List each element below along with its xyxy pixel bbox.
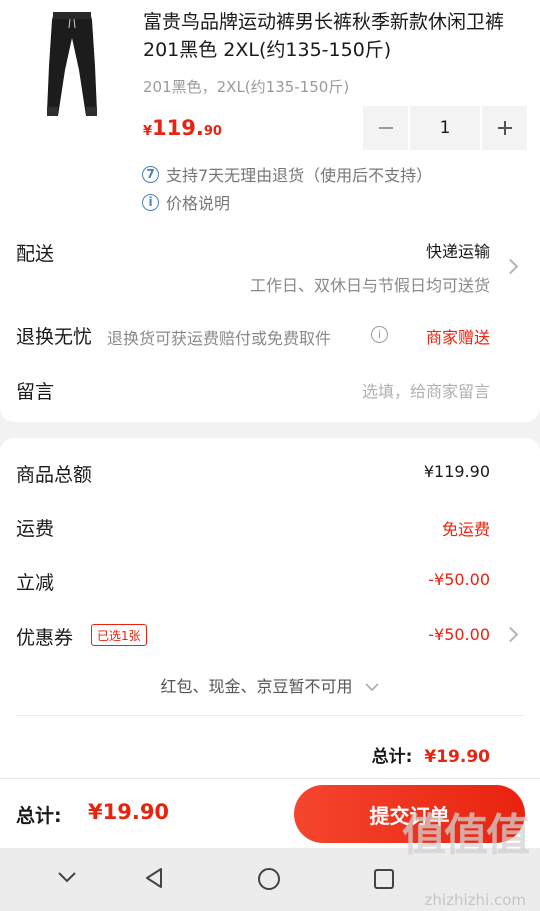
service-price-text: 价格说明 (166, 194, 231, 213)
product-title[interactable]: 富贵鸟品牌运动裤男长裤秋季新款休闲卫裤 201黑色 2XL(约135-150斤) (143, 8, 528, 64)
checkout-total-label: 总计: (16, 805, 62, 827)
nav-hide-icon[interactable] (56, 870, 78, 884)
nav-home-icon[interactable] (257, 867, 281, 891)
pants-image (47, 12, 97, 116)
unavailable-assets[interactable]: 红包、现金、京豆暂不可用 (0, 673, 540, 697)
discount-label: 立减 (16, 572, 55, 594)
nav-back-icon[interactable] (142, 866, 166, 890)
plus-icon (497, 121, 512, 135)
summary-total-value: ¥19.90 (424, 747, 490, 767)
delivery-method[interactable]: 快递运输 (426, 238, 490, 262)
divider (16, 715, 524, 716)
quantity-stepper: 1 (363, 106, 527, 150)
message-input[interactable]: 选填，给商家留言 (362, 378, 490, 402)
coupon-value[interactable]: -¥50.00 (428, 625, 490, 644)
unavailable-text: 红包、现金、京豆暂不可用 (160, 677, 353, 696)
minus-icon (378, 127, 393, 129)
watermark-logo: 值值值 (402, 810, 530, 861)
price-decimal: 90 (203, 124, 222, 139)
increase-button[interactable] (482, 106, 527, 150)
freight-label: 运费 (16, 518, 55, 540)
quantity-field[interactable]: 1 (410, 106, 480, 150)
message-label: 留言 (16, 381, 55, 403)
returns-gift: 商家赠送 (425, 328, 490, 347)
summary-total: 总计: ¥19.90 (372, 742, 490, 767)
returns-info-icon[interactable]: i (371, 326, 388, 343)
watermark-site: zhizhizhi.com (424, 891, 526, 909)
returns-label: 退换无忧 (16, 326, 93, 348)
service-return-text: 支持7天无理由退货（使用后不支持） (166, 166, 433, 185)
service-price[interactable]: i 价格说明 (142, 190, 230, 214)
info-icon: i (142, 193, 159, 211)
returns-desc: 退换货可获运费赔付或免费取件 (107, 329, 332, 348)
delivery-label: 配送 (16, 243, 55, 265)
goods-total-label: 商品总额 (16, 464, 93, 486)
coupon-label: 优惠券 (16, 627, 74, 649)
product-thumbnail[interactable] (22, 6, 122, 124)
chevron-down-icon (364, 683, 379, 692)
goods-total-value: ¥119.90 (423, 462, 490, 481)
delivery-detail: 工作日、双休日与节假日均可送货 (249, 276, 490, 295)
summary-total-label: 总计: (371, 747, 413, 767)
service-return[interactable]: 7 支持7天无理由退货（使用后不支持） (142, 162, 432, 186)
checkout-total-value: ¥19.90 (88, 800, 170, 824)
product-price: ¥119.90 (143, 116, 222, 140)
price-symbol: ¥ (143, 124, 153, 139)
price-summary-card (0, 438, 540, 778)
discount-value: -¥50.00 (428, 570, 490, 589)
price-integer: 119. (152, 116, 204, 140)
decrease-button[interactable] (363, 106, 408, 150)
seven-day-icon: 7 (142, 165, 159, 183)
nav-recents-icon[interactable] (373, 868, 395, 890)
freight-value: 免运费 (441, 520, 490, 539)
coupon-tag: 已选1张 (91, 624, 147, 646)
product-spec: 201黑色，2XL(约135-150斤) (143, 78, 350, 96)
